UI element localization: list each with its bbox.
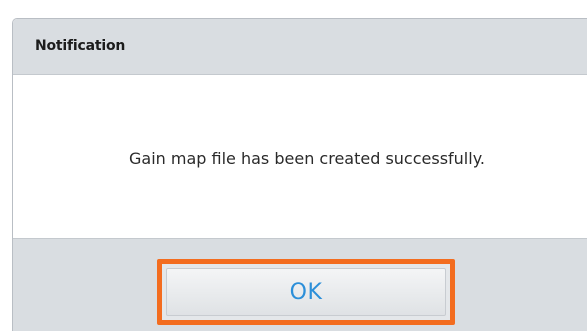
dialog-footer: OK — [13, 238, 587, 331]
dialog-message: Gain map file has been created successfu… — [129, 149, 485, 168]
ok-button-highlight: OK — [157, 259, 455, 325]
ok-button-label: OK — [289, 279, 323, 305]
notification-dialog: Notification Gain map file has been crea… — [12, 18, 587, 331]
dialog-title: Notification — [35, 38, 126, 54]
ok-button[interactable]: OK — [166, 268, 446, 316]
dialog-body: Gain map file has been created successfu… — [13, 75, 587, 238]
dialog-titlebar: Notification — [13, 19, 587, 75]
